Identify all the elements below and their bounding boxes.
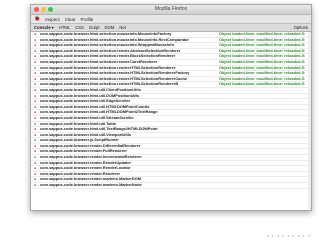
log-entry-icon: ● bbox=[34, 155, 37, 160]
log-entry-icon: ● bbox=[34, 110, 37, 115]
profile-button[interactable]: Profile bbox=[81, 17, 94, 22]
log-entry-icon: ● bbox=[34, 65, 37, 70]
log-row-text: com.sappus.code.browser.html.selection.m… bbox=[40, 32, 172, 36]
title-bar: Mozilla Firefox bbox=[31, 5, 311, 15]
log-row-text: com.sappus.code.browser.html.util.TextRa… bbox=[40, 126, 158, 132]
log-entry-icon: ● bbox=[34, 99, 37, 104]
options-button[interactable]: Options bbox=[294, 24, 308, 31]
log-row-status: Object loaded-time: modified-time: reloa… bbox=[219, 32, 306, 36]
log-entry-icon: ● bbox=[34, 76, 37, 81]
log-entry-icon: ● bbox=[34, 160, 37, 165]
log-row-text: com.sappus.code.browser.render.Increment… bbox=[40, 154, 142, 160]
tab-html[interactable]: HTML bbox=[59, 25, 70, 30]
log-entry-icon: ● bbox=[34, 121, 37, 126]
window-title: Mozilla Firefox bbox=[154, 6, 188, 12]
inspect-button[interactable]: Inspect bbox=[45, 17, 60, 22]
clear-button[interactable]: Clear bbox=[65, 17, 76, 22]
log-entry-icon: ● bbox=[34, 177, 37, 182]
log-entry-icon: ● bbox=[34, 54, 37, 59]
log-entry-icon: ● bbox=[34, 87, 37, 92]
log-row-status: Object loaded-time: modified-time: reloa… bbox=[219, 81, 306, 87]
tab-dom[interactable]: DOM bbox=[105, 25, 115, 30]
panel-tabs: Console ▾ HTML CSS Script DOM Net Option… bbox=[31, 24, 311, 32]
log-row-text: com.sappus.code.browser.html.selection.r… bbox=[40, 58, 158, 64]
log-entry-icon: ● bbox=[34, 132, 37, 137]
tab-console[interactable]: Console ▾ bbox=[34, 25, 54, 30]
tab-script[interactable]: Script bbox=[89, 25, 100, 30]
log-entry-icon: ● bbox=[34, 82, 37, 87]
log-scrollbar[interactable] bbox=[308, 32, 311, 210]
log-entry-icon: ● bbox=[34, 32, 37, 36]
log-entry-icon: ● bbox=[34, 48, 37, 53]
tab-css[interactable]: CSS bbox=[75, 25, 84, 30]
log-entry-icon: ● bbox=[34, 104, 37, 109]
firebug-toolbar: 🐞 Inspect Clear Profile bbox=[31, 15, 311, 24]
firebug-bug-icon[interactable]: 🐞 bbox=[34, 16, 40, 23]
log-entry-icon: ● bbox=[34, 183, 37, 188]
log-entry-icon: ● bbox=[34, 43, 37, 48]
log-row-text: com.sappus.code.browser.html.util.Stream… bbox=[40, 114, 134, 120]
log-row-text: com.sappus.code.browser.render.markers.M… bbox=[40, 182, 142, 188]
log-entry-icon: ● bbox=[34, 37, 37, 42]
log-entry-icon: ● bbox=[34, 93, 37, 98]
log-entry-icon: ● bbox=[34, 166, 37, 171]
log-row-text: com.sappus.code.browser.html.util.Client… bbox=[40, 86, 141, 92]
tab-net[interactable]: Net bbox=[119, 25, 126, 30]
console-log[interactable]: ● com.sappus.code.browser.html.selection.… bbox=[31, 32, 311, 210]
log-row-status: Object loaded-time: modified-time: reloa… bbox=[219, 58, 306, 64]
slide-navigation[interactable]: ◂ ▸ ◂ ▸ ◂ ▸ ◂ ▸ ⟲ bbox=[267, 233, 312, 238]
log-entry-icon: ● bbox=[34, 138, 37, 143]
log-entry-icon: ● bbox=[34, 143, 37, 148]
log-entry-icon: ● bbox=[34, 115, 37, 120]
log-entry-icon: ● bbox=[34, 71, 37, 76]
firefox-window: Mozilla Firefox 🐞 Inspect Clear Profile … bbox=[30, 4, 312, 211]
log-entry-icon: ● bbox=[34, 171, 37, 176]
log-entry-icon: ● bbox=[34, 149, 37, 154]
log-row: ● com.sappus.code.browser.render.markers.… bbox=[31, 182, 311, 189]
log-entry-icon: ● bbox=[34, 127, 37, 132]
log-entry-icon: ● bbox=[34, 59, 37, 64]
